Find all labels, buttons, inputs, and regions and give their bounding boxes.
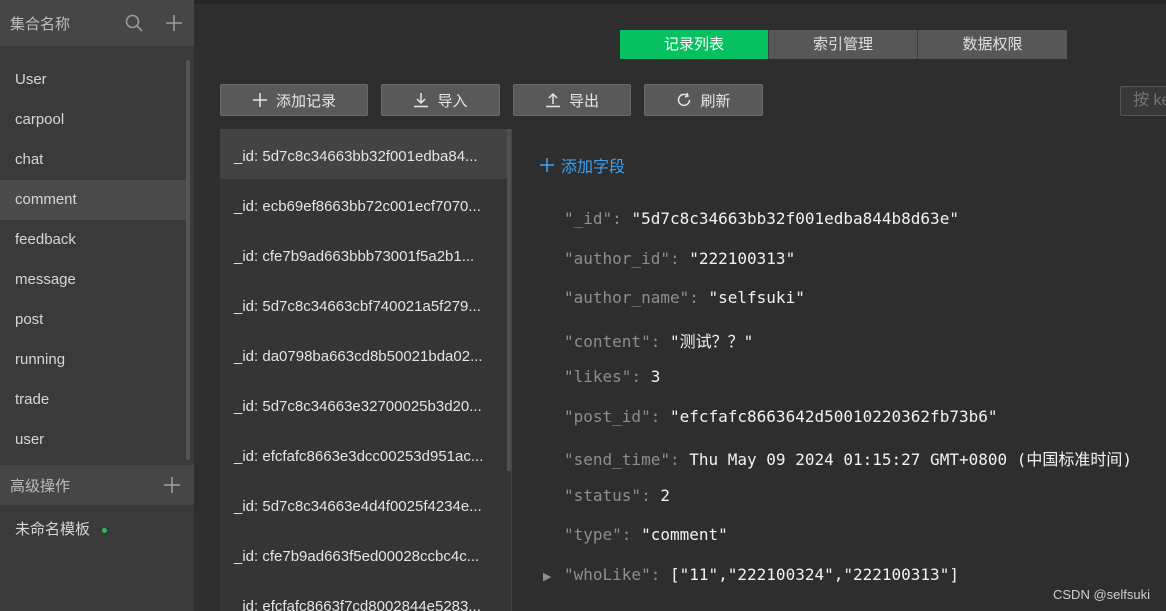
field-key: "content" [564, 332, 651, 351]
watermark: CSDN @selfsuki [1053, 587, 1150, 602]
collection-item-User[interactable]: User [0, 60, 188, 100]
sidebar-scrollbar[interactable] [186, 60, 190, 460]
field-key: "type" [564, 525, 622, 544]
field-row-send-time[interactable]: "send_time": Thu May 09 2024 01:15:27 GM… [564, 446, 1132, 470]
template-label: 未命名模板 [15, 521, 91, 538]
field-value: "comment" [641, 525, 728, 544]
field-value: "efcfafc8663642d50010220362fb73b6" [669, 407, 998, 426]
collection-item-post[interactable]: post [0, 300, 188, 340]
tab-permissions[interactable]: 数据权限 [918, 30, 1067, 59]
record-item[interactable]: _id: 5d7c8c34663e4d4f0025f4234e... [220, 479, 511, 529]
record-item[interactable]: _id: 5d7c8c34663e32700025b3d20... [220, 379, 511, 429]
field-row-status[interactable]: "status": 2 [564, 486, 670, 505]
top-strip [194, 0, 1166, 4]
collections-header: 集合名称 [0, 0, 194, 46]
refresh-label: 刷新 [700, 92, 731, 110]
record-item[interactable]: _id: 5d7c8c34663bb32f001edba84... [220, 129, 511, 179]
field-row-type[interactable]: "type": "comment" [564, 525, 728, 544]
field-value: "selfsuki" [708, 288, 805, 307]
sidebar: 集合名称 User carpool chat comment feedback … [0, 0, 194, 611]
field-key: "likes" [564, 367, 632, 386]
field-key: "author_name" [564, 288, 690, 307]
expand-triangle-icon[interactable]: ▶ [543, 570, 551, 583]
record-item[interactable]: _id: cfe7b9ad663bbb73001f5a2b1... [220, 229, 511, 279]
collection-item-carpool[interactable]: carpool [0, 100, 188, 140]
collection-item-comment[interactable]: comment [0, 180, 188, 220]
refresh-icon [678, 92, 691, 107]
upload-icon [545, 92, 560, 108]
add-field-label: 添加字段 [561, 159, 626, 176]
record-item[interactable]: _id: efcfafc8663e3dcc00253d951ac... [220, 429, 511, 479]
field-value: "222100313" [689, 249, 796, 268]
field-row-author-id[interactable]: "author_id": "222100313" [564, 249, 795, 268]
record-item[interactable]: _id: ecb69ef8663bb72c001ecf7070... [220, 179, 511, 229]
record-item[interactable]: _id: 5d7c8c34663cbf740021a5f279... [220, 279, 511, 329]
template-item[interactable]: 未命名模板 [15, 518, 108, 539]
field-row-post-id[interactable]: "post_id": "efcfafc8663642d50010220362fb… [564, 407, 997, 426]
record-list-scrollbar[interactable] [507, 129, 511, 471]
collection-item-user[interactable]: user [0, 420, 188, 460]
plus-icon [540, 158, 554, 172]
field-key: "status" [564, 486, 642, 505]
add-record-button[interactable]: 添加记录 [220, 84, 368, 116]
collections-title: 集合名称 [10, 15, 71, 33]
collection-item-message[interactable]: message [0, 260, 188, 300]
collection-item-running[interactable]: running [0, 340, 188, 380]
search-input[interactable] [1120, 86, 1166, 116]
field-key: "send_time" [564, 450, 670, 469]
field-value: "5d7c8c34663bb32f001edba844b8d63e" [631, 209, 959, 228]
advanced-header: 高级操作 [0, 465, 194, 505]
refresh-button[interactable]: 刷新 [644, 84, 763, 116]
toolbar: 添加记录 导入 导出 刷新 [220, 84, 763, 116]
export-label: 导出 [568, 92, 599, 110]
add-record-label: 添加记录 [275, 92, 336, 110]
collection-item-chat[interactable]: chat [0, 140, 188, 180]
plus-icon [252, 93, 267, 107]
record-item[interactable]: _id: cfe7b9ad663f5ed00028ccbc4c... [220, 529, 511, 579]
export-button[interactable]: 导出 [513, 84, 631, 116]
advanced-title: 高级操作 [10, 477, 71, 495]
collection-item-trade[interactable]: trade [0, 380, 188, 420]
field-row-likes[interactable]: "likes": 3 [564, 367, 660, 386]
field-value: 2 [660, 486, 670, 505]
field-value: 3 [650, 367, 661, 386]
field-row-author-name[interactable]: "author_name": "selfsuki" [564, 288, 805, 307]
field-key: "post_id" [564, 407, 651, 426]
field-row-id[interactable]: "_id": "5d7c8c34663bb32f001edba844b8d63e… [564, 209, 959, 228]
import-label: 导入 [437, 92, 468, 110]
field-row-content[interactable]: "content": "测试？？" [564, 328, 753, 352]
field-key: "author_id" [564, 249, 670, 268]
record-detail: 添加字段 "_id": "5d7c8c34663bb32f001edba844b… [512, 129, 1166, 611]
add-template-icon[interactable] [162, 475, 182, 495]
download-icon [414, 93, 429, 108]
field-value: "测试？？" [669, 332, 754, 351]
import-button[interactable]: 导入 [381, 84, 500, 116]
record-item[interactable]: _id: efcfafc8663f7cd8002844e5283... [220, 579, 511, 611]
field-value: ["11","222100324","222100313"] [669, 565, 959, 584]
collection-item-feedback[interactable]: feedback [0, 220, 188, 260]
field-value: Thu May 09 2024 01:15:27 GMT+0800 (中国标准时… [689, 450, 1133, 469]
add-collection-icon[interactable] [164, 13, 184, 33]
collection-list: User carpool chat comment feedback messa… [0, 46, 194, 460]
add-field-button[interactable]: 添加字段 [539, 153, 625, 177]
record-list: _id: 5d7c8c34663bb32f001edba84... _id: e… [220, 129, 512, 611]
tab-indexes[interactable]: 索引管理 [769, 30, 918, 59]
field-key: "_id" [564, 209, 613, 228]
search-icon[interactable] [124, 13, 144, 33]
field-row-wholike[interactable]: "whoLike": ["11","222100324","222100313"… [564, 565, 959, 584]
view-tabs: 记录列表 索引管理 数据权限 [620, 30, 1067, 59]
status-dot-icon [102, 527, 108, 533]
record-item[interactable]: _id: da0798ba663cd8b50021bda02... [220, 329, 511, 379]
field-key: "whoLike" [564, 565, 651, 584]
tab-records[interactable]: 记录列表 [620, 30, 769, 59]
